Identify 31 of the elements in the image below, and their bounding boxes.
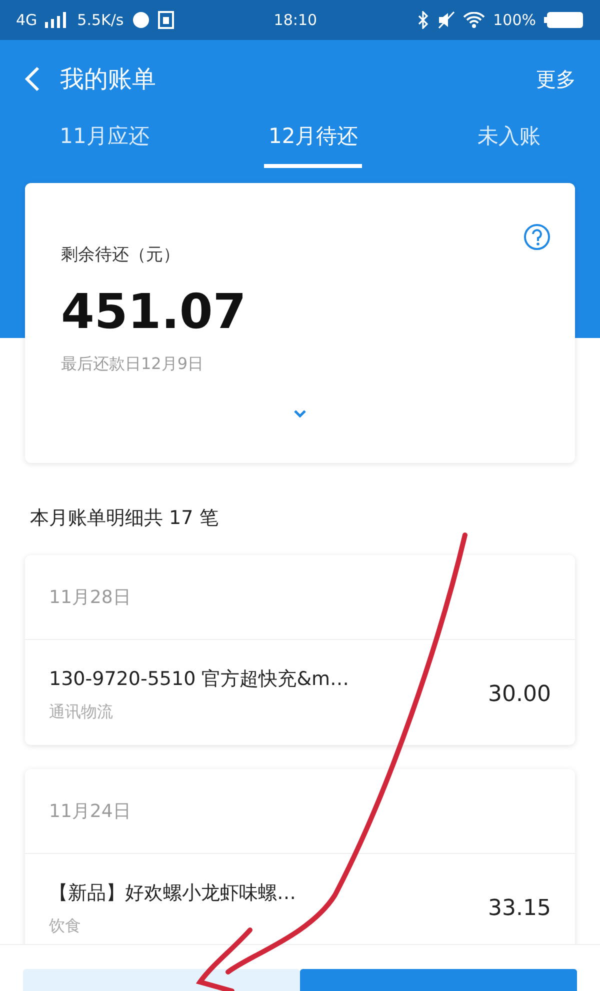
wifi-icon: [463, 12, 486, 28]
tab[interactable]: 12月待还: [264, 118, 362, 168]
tab[interactable]: 未入账: [473, 118, 544, 168]
more-link[interactable]: 更多: [536, 66, 576, 92]
page-title: 我的账单: [60, 64, 157, 95]
battery-label: 100%: [493, 11, 536, 29]
help-icon[interactable]: [523, 223, 551, 251]
remaining-amount: 451.07: [61, 284, 248, 340]
tab[interactable]: 11月应还: [56, 118, 154, 168]
chevron-down-icon[interactable]: [293, 409, 307, 418]
bill-date: 11月28日: [49, 586, 131, 609]
bill-title[interactable]: 【新品】好欢螺小龙虾味螺…: [49, 880, 478, 906]
clock: 18:10: [274, 11, 318, 29]
due-date: 最后还款日12月9日: [61, 354, 205, 375]
battery-icon: [544, 11, 584, 29]
speed-label: 5.5K/s: [77, 11, 124, 29]
back-icon[interactable]: [24, 66, 40, 92]
remaining-label: 剩余待还（元）: [61, 244, 181, 266]
app-icon: [158, 11, 174, 29]
network-label: 4G: [16, 11, 38, 29]
detail-count: 本月账单明细共 17 笔: [29, 506, 220, 531]
bill-amount: 30.00: [488, 682, 551, 707]
planet-icon: [132, 11, 150, 29]
bill-amount: 33.15: [488, 896, 551, 921]
bill-title[interactable]: 130-9720-5510 官方超快充&m…: [49, 666, 478, 692]
bluetooth-icon: [417, 11, 430, 29]
bill-category: 饮食: [49, 916, 82, 937]
bill-date: 11月24日: [49, 800, 131, 823]
mute-icon: [437, 11, 456, 29]
bill-category: 通讯物流: [49, 702, 114, 723]
action-button[interactable]: [23, 969, 300, 991]
